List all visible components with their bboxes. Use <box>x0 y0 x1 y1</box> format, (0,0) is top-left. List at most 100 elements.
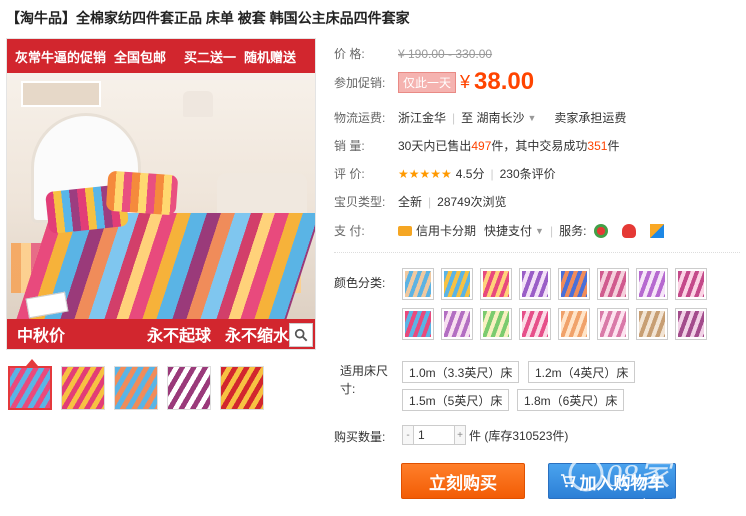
swatch-thumbnail-image <box>600 311 626 337</box>
product-thumbnail[interactable] <box>167 366 211 410</box>
promo-price: 38.00 <box>474 68 535 95</box>
quantity-minus-button[interactable]: - <box>402 425 414 445</box>
color-swatch-option[interactable] <box>480 268 512 300</box>
rating-score: 4.5分 <box>455 167 485 181</box>
type-row: 宝贝类型: 全新 | 28749次浏览 <box>334 193 507 210</box>
invoice-icon[interactable] <box>650 223 665 238</box>
product-thumbnail[interactable] <box>220 366 264 410</box>
shipping-payer: 卖家承担运费 <box>554 111 627 125</box>
add-to-cart-button[interactable]: 加入购物车 <box>548 463 676 499</box>
banner-text: 永不缩水 <box>225 328 290 345</box>
swatch-thumbnail-image <box>561 311 587 337</box>
banner-text: 随机赠送 <box>244 49 297 65</box>
thumbnail-strip <box>8 366 264 410</box>
color-swatch-option[interactable] <box>597 308 629 340</box>
banner-text: 永不起球 <box>147 328 212 345</box>
rating-count-link[interactable]: 230条评价 <box>500 165 556 182</box>
sales-success-count: 351 <box>587 138 608 153</box>
shipping-row: 物流运费: 浙江金华 | 至 湖南长沙 ▼ 卖家承担运费 <box>334 109 626 126</box>
promo-tag: 仅此一天 <box>398 71 457 93</box>
sales-text: 件，其中交易成功 <box>491 139 588 153</box>
type-label: 宝贝类型: <box>334 195 386 209</box>
swatch-thumbnail-image <box>639 311 665 337</box>
size-option[interactable]: 1.8m（6英尺）床 <box>517 389 625 411</box>
promo-row: 参加促销: 仅此一天 ¥ 38.00 <box>334 68 534 96</box>
pay-quick-option[interactable]: 快捷支付 <box>484 222 532 239</box>
color-swatch-option[interactable] <box>597 268 629 300</box>
banner-text: 买二送一 <box>184 49 237 65</box>
sales-row: 销 量: 30天内已售出 497 件，其中交易成功 351 件 <box>334 137 619 154</box>
color-swatch-option[interactable] <box>519 268 551 300</box>
swatch-thumbnail-image <box>561 271 587 297</box>
rating-label: 评 价: <box>334 167 365 181</box>
color-swatch-option[interactable] <box>441 308 473 340</box>
color-swatch-option[interactable] <box>402 268 434 300</box>
quantity-label: 购买数量: <box>334 430 386 444</box>
banner-text: 灰常牛逼的促销 <box>15 49 107 65</box>
chevron-down-icon[interactable]: ▼ <box>535 226 544 236</box>
swatch-thumbnail-image <box>522 311 548 337</box>
quantity-plus-button[interactable]: + <box>454 425 466 445</box>
shopping-cart-icon <box>560 474 576 488</box>
shipping-destination[interactable]: 至 湖南长沙 <box>461 109 524 126</box>
original-price-range: ¥ 190.00 - 330.00 <box>398 46 493 61</box>
separator: | <box>490 166 494 181</box>
separator: | <box>549 223 554 238</box>
pay-credit-option[interactable]: 信用卡分期 <box>416 222 476 239</box>
size-option[interactable]: 1.0m（3.3英尺）床 <box>402 361 520 383</box>
color-swatch-option[interactable] <box>480 308 512 340</box>
color-swatch-option[interactable] <box>636 308 668 340</box>
swatch-thumbnail-image <box>405 271 431 297</box>
chevron-down-icon[interactable]: ▼ <box>527 113 536 123</box>
swatch-thumbnail-image <box>483 311 509 337</box>
quantity-input[interactable]: 1 <box>414 425 454 445</box>
type-value: 全新 <box>398 195 423 209</box>
shipping-label: 物流运费: <box>334 111 386 125</box>
price-row: 价 格: ¥ 190.00 - 330.00 <box>334 45 492 62</box>
color-swatch-option[interactable] <box>636 268 668 300</box>
buy-now-button[interactable]: 立刻购买 <box>401 463 525 499</box>
thumbnail-active-indicator <box>26 359 38 366</box>
guarantee-icon[interactable] <box>594 223 609 238</box>
color-swatch-option[interactable] <box>402 308 434 340</box>
shipping-from: 浙江金华 <box>398 111 447 125</box>
color-swatch-option[interactable] <box>441 268 473 300</box>
quantity-stepper: - 1 + 件 (库存310523件) <box>402 425 568 445</box>
promo-currency: ¥ <box>460 71 471 92</box>
section-divider <box>334 252 740 253</box>
swatch-thumbnail-image <box>678 271 704 297</box>
color-swatch-option[interactable] <box>558 268 590 300</box>
service-label: 服务: <box>559 224 587 238</box>
color-swatch-option[interactable] <box>675 308 707 340</box>
service-icons <box>594 223 665 238</box>
swatch-thumbnail-image <box>444 311 470 337</box>
product-thumbnail[interactable] <box>61 366 105 410</box>
pillow-right <box>105 170 179 216</box>
color-swatch-option[interactable] <box>519 308 551 340</box>
sales-text: 件 <box>607 139 620 153</box>
qty-label-row: 购买数量: <box>334 428 385 445</box>
main-product-image[interactable]: 38 灰常牛逼的促销 全国包邮 买二送一 随机赠送 中秋价 永不起球 永不缩水 <box>6 38 316 350</box>
price-label: 价 格: <box>334 47 365 61</box>
size-label: 适用床尺寸: <box>340 364 389 396</box>
swatch-thumbnail-image <box>522 271 548 297</box>
product-thumbnail[interactable] <box>114 366 158 410</box>
product-thumbnail[interactable] <box>8 366 52 410</box>
sales-text: 30天内已售出 <box>398 139 472 153</box>
separator: | <box>452 110 456 125</box>
return-policy-icon[interactable] <box>622 223 637 238</box>
rating-stars-icon: ★★★★★ <box>398 166 452 181</box>
wall-picture-frame <box>21 81 101 107</box>
image-bottom-banner: 中秋价 永不起球 永不缩水 <box>7 319 315 349</box>
product-title: 【淘牛品】全棉家纺四件套正品 床单 被套 韩国公主床品四件套家 <box>6 10 410 26</box>
lamp-shape <box>183 91 213 117</box>
swatch-thumbnail-image <box>678 311 704 337</box>
size-option[interactable]: 1.5m（5英尺）床 <box>402 389 510 411</box>
color-label: 颜色分类: <box>334 276 386 290</box>
color-swatch-option[interactable] <box>675 268 707 300</box>
swatch-thumbnail-image <box>483 271 509 297</box>
color-swatch-option[interactable] <box>558 308 590 340</box>
zoom-magnifier-icon[interactable] <box>289 323 313 347</box>
size-option[interactable]: 1.2m（4英尺）床 <box>528 361 636 383</box>
sales-label: 销 量: <box>334 139 365 153</box>
